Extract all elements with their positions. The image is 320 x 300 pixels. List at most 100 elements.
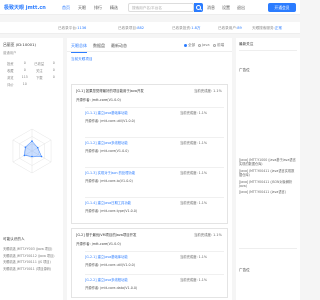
subproject-item: [G-1.2] 建立Java多线程功能 当前完成度: 1.1% 开源作者: jm… [85, 137, 224, 157]
group-owner: jmtt-core(V1.0.0) [91, 242, 121, 246]
user-stat: 0 [52, 75, 55, 79]
subproject-owner: 开源作者: jmtt-core(V1.0.0) [85, 149, 129, 153]
user-card: 吕丽亚 (ID:10001) 普通用户 [3, 42, 36, 55]
left-list: 天眼精选 JMTT-YY003 (Java 项目) 天眼精选 JMTT-Y001… [3, 247, 61, 273]
subproject-item: [G-2.1] 建立Java基础库功能 当前完成度: 1.1% 开源作者: jm… [85, 251, 224, 271]
stat-projects: 已收录项目:882 [118, 26, 145, 30]
left-list-item[interactable]: 天眼精选 JMTT-Y00112 (Java 项目) [3, 254, 61, 259]
search-icon[interactable] [194, 3, 203, 12]
stat-platforms: 已收录平台:1136 [58, 26, 87, 30]
right-list-item[interactable]: [Java] JMTT-Y1000 (Java基于Java语言实现的数据仓库) [239, 158, 297, 167]
user-stat: 0 [52, 61, 55, 65]
filter-frontend-radio[interactable]: 前端 [213, 43, 224, 48]
subproject-owner: 开源作者: jmtt-core-type(V1.0.0) [85, 209, 138, 213]
tab-bar: 天眼总体 数据盘 最新动态 全部 Java 前端 [67, 38, 232, 53]
subproject-item: [G-2.2] 建立Java多线程功能 当前完成度: 1.1% 开源作者: jm… [85, 274, 224, 294]
divider [239, 248, 297, 249]
nav-featured[interactable]: 精选 [110, 5, 118, 11]
tab-overview[interactable]: 天眼总体 [71, 43, 87, 53]
user-name[interactable]: 吕丽亚 (ID:10001) [3, 42, 36, 48]
ad-slot-label: 广告位 [239, 268, 250, 272]
subproject-owner: 开源作者: jmtt-core-io(V1.0.0) [85, 179, 133, 183]
stat-investments: 已收录投资:1.8万 [172, 26, 201, 30]
project-group-card: [G-2] 基于最优JVM项目的Java项目开发 当前完成度: 1.1% 开源作… [71, 228, 228, 298]
user-stat: 已收益 [34, 62, 45, 66]
right-panel: 最新关注 广告位 [Java] JMTT-Y1000 (Java基于Java语言… [236, 38, 300, 300]
subproject-title[interactable]: [G-1.3] 实现对于Json 的处理功能 [85, 170, 135, 175]
left-list-item[interactable]: 天眼精选 JMTT-Y0011 (项目源码) [3, 267, 61, 272]
subproject-item: [G-1.4] 建立Java日期工具功能 当前完成度: 1.1% 开源作者: j… [85, 197, 224, 217]
nav-rank[interactable]: 排行 [94, 5, 102, 11]
user-stat: 115 [21, 75, 28, 79]
subproject-rate: 当前完成度: 1.1% [180, 278, 208, 282]
user-stat: 收藏 [6, 69, 14, 73]
radar-point [23, 154, 26, 157]
radar-point [31, 140, 33, 142]
user-level: 普通用户 [3, 51, 17, 55]
left-list-item[interactable]: 天眼精选 JMTT-Y00111 (JS 项目) [3, 260, 61, 265]
group-title[interactable]: [G-1] 如果您觉得最好的项目能用于Java开发 [76, 89, 144, 93]
divider [239, 50, 297, 51]
right-list: [Java] JMTT-Y1000 (Java基于Java语言实现的数据仓库) … [239, 158, 297, 197]
settings-link[interactable]: 设置 [222, 5, 230, 11]
tab-dashboard[interactable]: 数据盘 [93, 43, 105, 49]
group-title-row: [G-1] 如果您觉得最好的项目能用于Java开发 当前完成度: 1.1% [76, 88, 222, 93]
group-owner-row: 开源作者: jmtt-core(V1.0.0) [76, 98, 121, 102]
filter-java-radio[interactable]: Java [198, 43, 210, 47]
nav-tianyan[interactable]: 天眼 [78, 5, 86, 11]
ability-radar-chart [12, 128, 52, 174]
subproject-rate: 当前完成度: 1.1% [180, 141, 208, 145]
left-list-item[interactable]: 天眼精选 JMTT-YY003 (Java 项目) [3, 247, 61, 252]
subproject-item: [G-1.1] 建立Java基础库功能 当前完成度: 1.1% 开源作者: jm… [85, 107, 224, 127]
subproject-title[interactable]: [G-2.1] 建立Java基础库功能 [85, 254, 128, 259]
subproject-title[interactable]: [G-1.1] 建立Java基础库功能 [85, 110, 128, 115]
tab-latest[interactable]: 最新动态 [111, 43, 127, 49]
nav-home[interactable]: 首页 [62, 5, 70, 11]
subproject-item: [G-1.3] 实现对于Json 的处理功能 当前完成度: 1.1% 开源作者:… [85, 167, 224, 187]
left-panel: 吕丽亚 (ID:10001) 普通用户 投资 0 已收益 0 收藏 0 关注 0… [0, 38, 63, 300]
user-stats-grid: 投资 0 已收益 0 收藏 0 关注 0 浏览 115 下载 0 评价 10 [3, 61, 61, 87]
subproject-rate: 当前完成度: 1.1% [180, 201, 208, 205]
user-stat: 评价 [6, 83, 14, 87]
group-title-row: [G-2] 基于最优JVM项目的Java项目开发 当前完成度: 1.1% [76, 232, 222, 237]
right-list-item[interactable]: [Java] JMTT-Y00411 (Java语言实现数据仓库) [239, 169, 297, 178]
user-stat: 0 [52, 68, 55, 72]
right-heading-follow: 最新关注 [239, 42, 254, 46]
search-input[interactable]: 搜索用户名/平台名 [128, 3, 194, 12]
open-membership-button[interactable]: 开通会员 [268, 3, 296, 12]
group-title[interactable]: [G-2] 基于最优JVM项目的Java项目开发 [76, 233, 136, 237]
radar-point [31, 155, 33, 158]
subproject-title[interactable]: [G-1.2] 建立Java多线程功能 [85, 140, 128, 145]
user-stat: 10 [22, 82, 27, 86]
top-bar: 极致天眼 jmtt.cn 首页 天眼 排行 精选 搜索用户名/平台名 消息 设置… [0, 0, 300, 15]
left-section-title: 可能认识的人 [3, 237, 25, 241]
radar-point [40, 155, 43, 158]
subproject-owner: 开源作者: jmtt-core-util(V1.0.0) [85, 119, 136, 123]
user-stat: 投资 [6, 62, 14, 66]
radar-point [24, 146, 27, 148]
group-owner: jmtt-core(V1.0.0) [91, 98, 121, 102]
user-stat: 0 [23, 68, 26, 72]
stat-service: 天眼搜索服务:正常 [252, 26, 282, 30]
subproject-rate: 当前完成度: 1.1% [180, 171, 208, 175]
ad-slot-label: 广告位 [239, 68, 250, 72]
radar-point [36, 146, 39, 149]
section-label: 当前天眼项目 [71, 57, 93, 61]
subproject-owner: 开源作者: jmtt-core-data(V1.0.0) [85, 286, 138, 290]
group-rate: 当前完成度: 1.1% [194, 89, 222, 93]
right-list-item[interactable]: [Java] JMTT-Y00411 (Java语言) [239, 190, 297, 194]
main-nav: 首页 天眼 排行 精选 [62, 5, 118, 11]
messages-link[interactable]: 消息 [207, 5, 215, 11]
user-stat: 浏览 [6, 76, 14, 80]
site-logo[interactable]: 极致天眼 jmtt.cn [4, 4, 46, 11]
logout-link[interactable]: 退出 [237, 5, 245, 11]
right-list-item[interactable]: [Java] JMTT-Y00411 (JSON对象解析 Java) [239, 180, 297, 189]
main-panel: 天眼总体 数据盘 最新动态 全部 Java 前端 当前天眼项目 [G-1] 如果… [67, 38, 232, 300]
subproject-title[interactable]: [G-2.2] 建立Java多线程功能 [85, 277, 128, 282]
subproject-owner: 开源作者: jmtt-core-util(V1.0.0) [85, 263, 136, 267]
user-stat: 关注 [35, 69, 43, 73]
stat-users: 已收录用户:89 [218, 26, 242, 30]
subproject-title[interactable]: [G-1.4] 建立Java日期工具功能 [85, 200, 131, 205]
group-owner-row: 开源作者: jmtt-core(V1.0.0) [76, 242, 121, 246]
filter-all-radio[interactable]: 全部 [184, 43, 195, 48]
